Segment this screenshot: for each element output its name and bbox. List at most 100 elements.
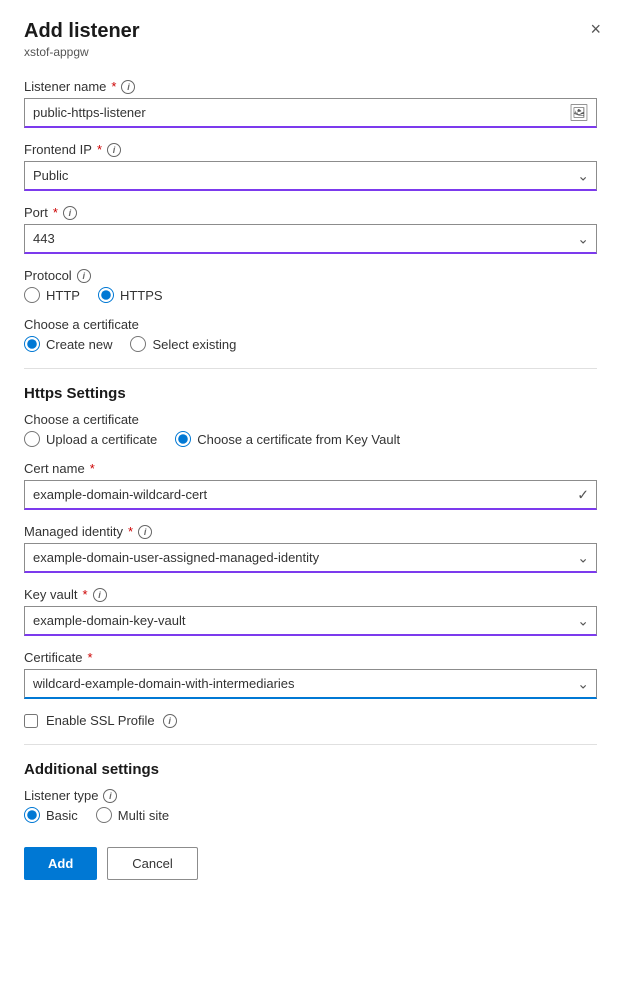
- upload-cert-option[interactable]: Upload a certificate: [24, 431, 157, 447]
- certificate-select[interactable]: wildcard-example-domain-with-intermediar…: [24, 669, 597, 699]
- protocol-info-icon[interactable]: i: [77, 269, 91, 283]
- keyvault-cert-option[interactable]: Choose a certificate from Key Vault: [175, 431, 400, 447]
- ssl-profile-checkbox[interactable]: [24, 714, 38, 728]
- certificate-group: Certificate * wildcard-example-domain-wi…: [24, 650, 597, 699]
- basic-label: Basic: [46, 808, 78, 823]
- protocol-https-label: HTTPS: [120, 288, 163, 303]
- frontend-ip-group: Frontend IP * i Public Private ⌄: [24, 142, 597, 191]
- cert-name-input-wrapper: ✓: [24, 480, 597, 510]
- cert-name-text: Cert name: [24, 461, 85, 476]
- frontend-ip-select[interactable]: Public Private: [24, 161, 597, 191]
- choose-certificate-label: Choose a certificate: [24, 317, 597, 332]
- protocol-text: Protocol: [24, 268, 72, 283]
- footer-buttons: Add Cancel: [24, 847, 597, 880]
- https-choose-cert-group: Choose a certificate Upload a certificat…: [24, 412, 597, 447]
- create-new-radio[interactable]: [24, 336, 40, 352]
- cert-name-group: Cert name * ✓: [24, 461, 597, 510]
- frontend-ip-select-wrapper: Public Private ⌄: [24, 161, 597, 191]
- certificate-required: *: [88, 650, 93, 665]
- protocol-label: Protocol i: [24, 268, 597, 283]
- add-button[interactable]: Add: [24, 847, 97, 880]
- ssl-profile-info-icon[interactable]: i: [163, 714, 177, 728]
- listener-name-group: Listener name * i 🖼: [24, 79, 597, 128]
- panel-subtitle: xstof-appgw: [24, 45, 597, 59]
- listener-name-input-wrapper: 🖼: [24, 98, 597, 128]
- port-text: Port: [24, 205, 48, 220]
- additional-settings-heading: Additional settings: [24, 761, 597, 778]
- port-select[interactable]: 443: [24, 224, 597, 254]
- select-existing-radio[interactable]: [130, 336, 146, 352]
- basic-radio[interactable]: [24, 807, 40, 823]
- port-required: *: [53, 205, 58, 220]
- cert-name-required: *: [90, 461, 95, 476]
- multi-site-label: Multi site: [118, 808, 169, 823]
- choose-certificate-group: Choose a certificate Create new Select e…: [24, 317, 597, 352]
- listener-name-info-icon[interactable]: i: [121, 80, 135, 94]
- upload-cert-label: Upload a certificate: [46, 432, 157, 447]
- https-choose-cert-text: Choose a certificate: [24, 412, 139, 427]
- managed-identity-select-wrapper: example-domain-user-assigned-managed-ide…: [24, 543, 597, 573]
- listener-name-text: Listener name: [24, 79, 106, 94]
- create-new-option[interactable]: Create new: [24, 336, 112, 352]
- frontend-ip-required: *: [97, 142, 102, 157]
- multi-site-radio[interactable]: [96, 807, 112, 823]
- ssl-profile-checkbox-label[interactable]: Enable SSL Profile i: [24, 713, 597, 728]
- panel-title: Add listener: [24, 20, 597, 43]
- listener-name-input[interactable]: [24, 98, 597, 128]
- multi-site-option[interactable]: Multi site: [96, 807, 169, 823]
- port-select-wrapper: 443 ⌄: [24, 224, 597, 254]
- protocol-http-option[interactable]: HTTP: [24, 287, 80, 303]
- listener-type-label: Listener type i: [24, 788, 597, 803]
- https-settings-heading: Https Settings: [24, 385, 597, 402]
- https-choose-cert-label: Choose a certificate: [24, 412, 597, 427]
- add-listener-panel: Add listener xstof-appgw × Listener name…: [0, 0, 621, 1000]
- managed-identity-required: *: [128, 524, 133, 539]
- cancel-button[interactable]: Cancel: [107, 847, 197, 880]
- select-existing-label: Select existing: [152, 337, 236, 352]
- basic-option[interactable]: Basic: [24, 807, 78, 823]
- upload-cert-radio[interactable]: [24, 431, 40, 447]
- ssl-profile-group: Enable SSL Profile i: [24, 713, 597, 728]
- port-info-icon[interactable]: i: [63, 206, 77, 220]
- listener-type-info-icon[interactable]: i: [103, 789, 117, 803]
- protocol-http-radio[interactable]: [24, 287, 40, 303]
- divider-2: [24, 744, 597, 745]
- certificate-label: Certificate *: [24, 650, 597, 665]
- divider-1: [24, 368, 597, 369]
- port-label: Port * i: [24, 205, 597, 220]
- select-existing-option[interactable]: Select existing: [130, 336, 236, 352]
- managed-identity-text: Managed identity: [24, 524, 123, 539]
- ssl-profile-label: Enable SSL Profile: [46, 713, 155, 728]
- create-new-label: Create new: [46, 337, 112, 352]
- managed-identity-group: Managed identity * i example-domain-user…: [24, 524, 597, 573]
- managed-identity-select[interactable]: example-domain-user-assigned-managed-ide…: [24, 543, 597, 573]
- managed-identity-label: Managed identity * i: [24, 524, 597, 539]
- keyvault-cert-radio[interactable]: [175, 431, 191, 447]
- listener-type-group: Listener type i Basic Multi site: [24, 788, 597, 823]
- protocol-group: Protocol i HTTP HTTPS: [24, 268, 597, 303]
- managed-identity-info-icon[interactable]: i: [138, 525, 152, 539]
- cert-name-label: Cert name *: [24, 461, 597, 476]
- close-button[interactable]: ×: [590, 20, 601, 38]
- choose-certificate-text: Choose a certificate: [24, 317, 139, 332]
- protocol-https-radio[interactable]: [98, 287, 114, 303]
- frontend-ip-text: Frontend IP: [24, 142, 92, 157]
- key-vault-info-icon[interactable]: i: [93, 588, 107, 602]
- key-vault-required: *: [82, 587, 87, 602]
- key-vault-group: Key vault * i example-domain-key-vault ⌄: [24, 587, 597, 636]
- listener-type-radio-group: Basic Multi site: [24, 807, 597, 823]
- frontend-ip-info-icon[interactable]: i: [107, 143, 121, 157]
- listener-type-text: Listener type: [24, 788, 98, 803]
- https-cert-radio-group: Upload a certificate Choose a certificat…: [24, 431, 597, 447]
- protocol-https-option[interactable]: HTTPS: [98, 287, 163, 303]
- key-vault-label: Key vault * i: [24, 587, 597, 602]
- listener-name-required: *: [111, 79, 116, 94]
- frontend-ip-label: Frontend IP * i: [24, 142, 597, 157]
- protocol-radio-group: HTTP HTTPS: [24, 287, 597, 303]
- listener-name-icon: 🖼: [569, 103, 589, 123]
- keyvault-cert-label: Choose a certificate from Key Vault: [197, 432, 400, 447]
- key-vault-select[interactable]: example-domain-key-vault: [24, 606, 597, 636]
- certificate-select-wrapper: wildcard-example-domain-with-intermediar…: [24, 669, 597, 699]
- cert-name-input[interactable]: [24, 480, 597, 510]
- choose-certificate-radio-group: Create new Select existing: [24, 336, 597, 352]
